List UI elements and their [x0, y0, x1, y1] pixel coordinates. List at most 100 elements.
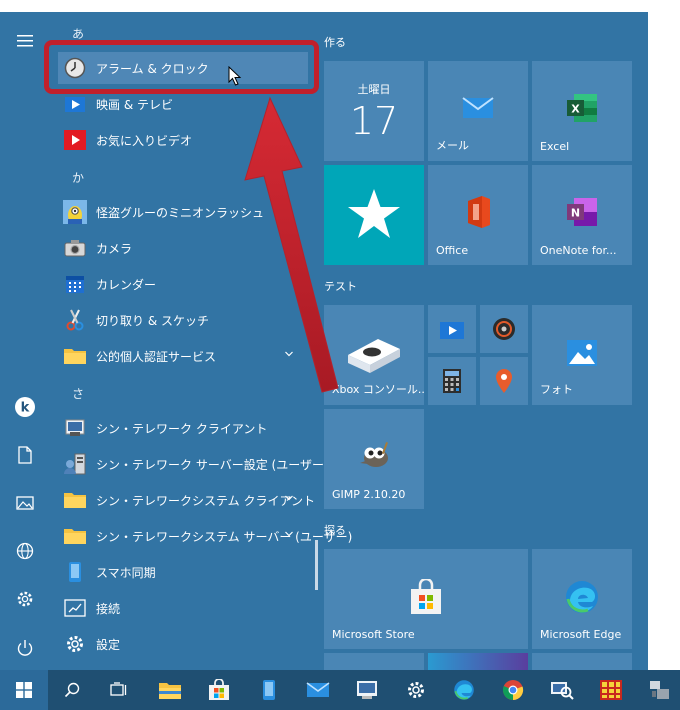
- tile-partial-3[interactable]: [532, 653, 632, 670]
- pictures-button[interactable]: [0, 483, 50, 523]
- tiles-area: 作る 土曜日 17 メール X Excel Office N OneNote f…: [320, 12, 648, 670]
- start-button[interactable]: [0, 670, 48, 710]
- app-list-scrollbar[interactable]: [315, 540, 318, 590]
- app-item-calendar[interactable]: カレンダー: [58, 268, 308, 300]
- svg-text:X: X: [571, 103, 580, 116]
- user-avatar-icon: k: [15, 397, 35, 417]
- tile-group-create[interactable]: 作る: [324, 34, 346, 50]
- start-menu: k あ アラーム & クロック 映画 & テレビ お気に入りビデオ か 怪盗グル…: [0, 12, 648, 670]
- xbox-console-icon: [324, 331, 424, 375]
- calendar-icon: [62, 272, 88, 296]
- app-item-thin-system-server[interactable]: シン・テレワークシステム サーバー (ユーザー): [58, 520, 352, 552]
- taskbar-mail[interactable]: [296, 670, 340, 710]
- app-label: カレンダー: [96, 277, 157, 292]
- tile-partial-1[interactable]: [324, 653, 424, 670]
- office-icon: [428, 195, 528, 229]
- tile-xbox-console[interactable]: Xbox コンソール...: [324, 305, 424, 405]
- taskbar-magnifier-app[interactable]: [540, 670, 584, 710]
- taskbar-game-app[interactable]: [589, 670, 633, 710]
- start-rail: k: [0, 12, 50, 670]
- phone-icon: [62, 560, 88, 584]
- app-item-minion-rush[interactable]: 怪盗グルーのミニオンラッシュ: [58, 196, 308, 228]
- network-tool-icon: [650, 681, 669, 699]
- app-label: 設定: [96, 637, 121, 652]
- music-disc-icon: [493, 318, 515, 340]
- app-item-connect[interactable]: 接続: [58, 592, 308, 624]
- tile-group-explore[interactable]: 探る: [324, 522, 346, 538]
- user-account-button[interactable]: k: [0, 387, 50, 427]
- tile-microsoft-store[interactable]: Microsoft Store: [324, 549, 528, 649]
- tile-photos[interactable]: フォト: [532, 305, 632, 405]
- tile-partial-2[interactable]: [428, 653, 528, 670]
- store-bag-icon: [209, 679, 229, 700]
- mouse-cursor-icon: [228, 66, 242, 86]
- app-item-favorite-videos[interactable]: お気に入りビデオ: [58, 124, 308, 156]
- remote-client-icon: [357, 681, 377, 699]
- app-item-camera[interactable]: カメラ: [58, 232, 308, 264]
- taskbar-network-tool[interactable]: [637, 670, 680, 710]
- remote-client-icon: [62, 416, 88, 440]
- task-view-button[interactable]: [97, 670, 141, 710]
- calendar-day: 17: [349, 99, 399, 143]
- app-item-thin-server-config[interactable]: シン・テレワーク サーバー設定 (ユーザー): [58, 448, 329, 480]
- app-item-jpki[interactable]: 公的個人認証サービス: [58, 340, 308, 372]
- folder-icon: [62, 524, 88, 548]
- app-label: 怪盗グルーのミニオンラッシュ: [96, 205, 265, 220]
- star-icon: [324, 187, 424, 241]
- documents-button[interactable]: [0, 435, 50, 475]
- tile-label: Excel: [540, 140, 570, 153]
- taskbar-search-button[interactable]: [50, 670, 94, 710]
- group-header-sa[interactable]: さ: [72, 385, 84, 402]
- calendar-weekday: 土曜日: [357, 83, 391, 96]
- tile-onenote[interactable]: N OneNote for...: [532, 165, 632, 265]
- group-header-ka[interactable]: か: [72, 169, 84, 186]
- app-label: スマホ同期: [96, 565, 156, 580]
- settings-rail-button[interactable]: [0, 579, 50, 619]
- tile-office[interactable]: Office: [428, 165, 528, 265]
- power-button[interactable]: [0, 628, 50, 668]
- taskbar-phone-link[interactable]: [247, 670, 291, 710]
- folder-icon: [62, 488, 88, 512]
- network-button[interactable]: [0, 531, 50, 571]
- tile-gimp[interactable]: GIMP 2.10.20: [324, 409, 424, 509]
- picture-icon: [16, 496, 34, 510]
- map-pin-icon: [496, 369, 512, 393]
- taskbar-chrome[interactable]: [491, 670, 535, 710]
- app-item-snip-sketch[interactable]: 切り取り & スケッチ: [58, 304, 308, 336]
- taskbar-settings[interactable]: [394, 670, 438, 710]
- app-item-thin-client[interactable]: シン・テレワーク クライアント: [58, 412, 308, 444]
- tile-mail[interactable]: メール: [428, 61, 528, 161]
- tile-excel[interactable]: X Excel: [532, 61, 632, 161]
- tile-favorites-star[interactable]: [324, 165, 424, 265]
- chevron-down-icon: [285, 531, 293, 537]
- server-config-icon: [62, 452, 88, 476]
- tile-microsoft-edge[interactable]: Microsoft Edge: [532, 549, 632, 649]
- taskbar-file-explorer[interactable]: [148, 670, 192, 710]
- app-label: 切り取り & スケッチ: [96, 313, 209, 328]
- tile-calendar[interactable]: 土曜日 17: [324, 61, 424, 161]
- task-view-icon: [110, 682, 127, 696]
- taskbar-edge[interactable]: [442, 670, 486, 710]
- screenshot-root: k あ アラーム & クロック 映画 & テレビ お気に入りビデオ か 怪盗グル…: [0, 0, 680, 710]
- app-item-thin-system-client[interactable]: シン・テレワークシステム クライアント: [58, 484, 315, 516]
- gear-icon: [62, 632, 88, 656]
- movies-tv-icon: [62, 92, 88, 116]
- app-item-settings[interactable]: 設定: [58, 628, 308, 660]
- tile-movies-small[interactable]: [428, 305, 476, 353]
- tile-maps-small[interactable]: [480, 357, 528, 405]
- minion-game-icon: [62, 200, 88, 224]
- app-item-phone-link[interactable]: スマホ同期: [58, 556, 308, 588]
- tile-groove-small[interactable]: [480, 305, 528, 353]
- tile-calculator-small[interactable]: [428, 357, 476, 405]
- tile-label: メール: [436, 139, 469, 152]
- hamburger-menu-button[interactable]: [0, 21, 50, 61]
- tile-group-test[interactable]: テスト: [324, 278, 357, 294]
- app-label: 公的個人認証サービス: [96, 349, 217, 364]
- app-label: シン・テレワークシステム サーバー (ユーザー): [96, 529, 353, 544]
- taskbar-remote-app[interactable]: [345, 670, 389, 710]
- app-label: お気に入りビデオ: [96, 133, 193, 148]
- connect-icon: [62, 596, 88, 620]
- taskbar-store[interactable]: [197, 670, 241, 710]
- edge-icon: [532, 579, 632, 615]
- search-icon: [64, 682, 80, 698]
